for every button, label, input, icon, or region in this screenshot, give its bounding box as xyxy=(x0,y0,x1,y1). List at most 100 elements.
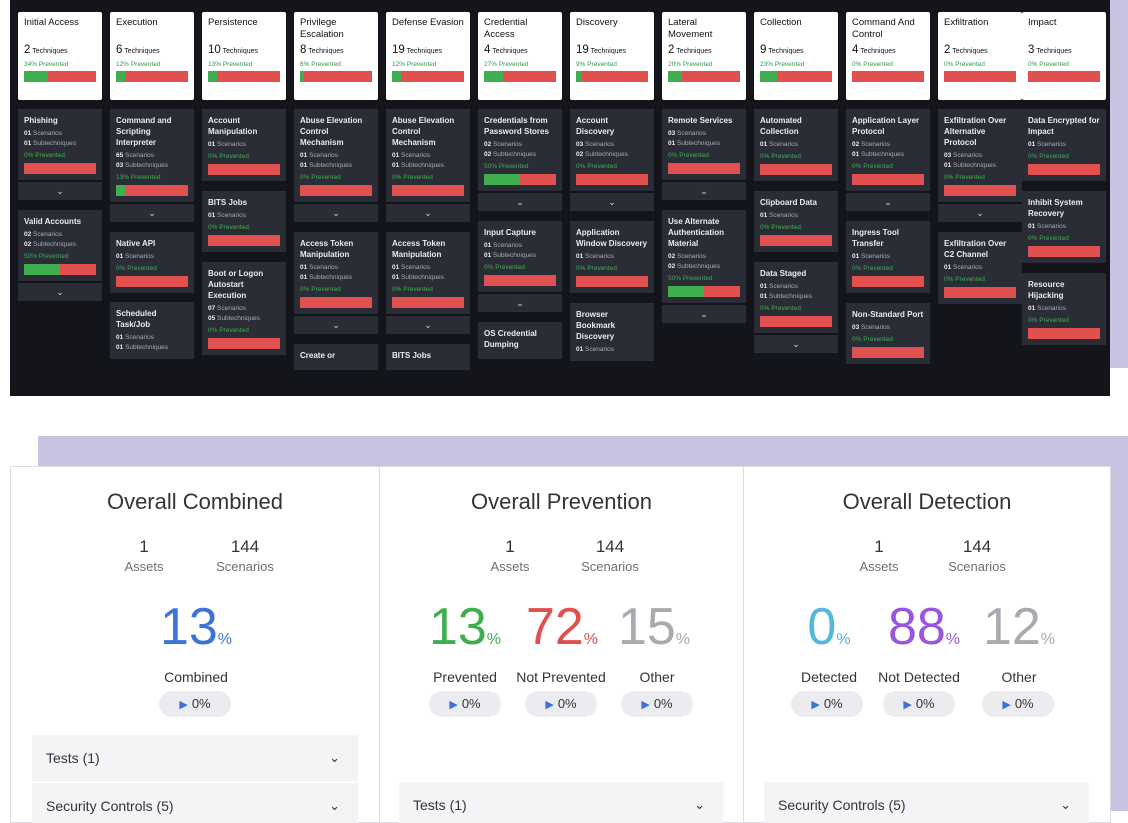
technique-card[interactable]: Data Encrypted for Impact 01 Scenarios 0… xyxy=(1022,109,1106,181)
technique-card[interactable]: Non-Standard Port 03 Scenarios 0% Preven… xyxy=(846,303,930,364)
tactic-name: Privilege Escalation xyxy=(300,17,344,40)
decor-band-top xyxy=(1110,0,1128,368)
expand-button[interactable]: ⌄ xyxy=(110,204,194,222)
expand-button[interactable]: ⌄ xyxy=(18,283,102,301)
technique-card[interactable]: Valid Accounts 02 Scenarios 02 Subtechni… xyxy=(18,210,102,281)
tactic-header[interactable]: Discovery 19 Techniques 9% Prevented xyxy=(570,12,654,100)
tests-accordion[interactable]: Tests (1) ⌄ xyxy=(32,735,358,781)
technique-card[interactable]: Data Staged 01 Scenarios 01 Subtechnique… xyxy=(754,262,838,333)
security-controls-accordion[interactable]: Security Controls (5) ⌄ xyxy=(764,782,1089,823)
technique-card[interactable]: Access Token Manipulation 01 Scenarios 0… xyxy=(386,232,470,314)
tactic-header[interactable]: Privilege Escalation 8 Techniques 6% Pre… xyxy=(294,12,378,100)
prevention-bar xyxy=(576,71,648,82)
technique-card[interactable]: Automated Collection 01 Scenarios 0% Pre… xyxy=(754,109,838,181)
tactic-header[interactable]: Exfiltration 2 Techniques 0% Prevented xyxy=(938,12,1022,100)
trend-pill[interactable]: ▶ 0% xyxy=(621,691,693,717)
expand-button[interactable]: ⌄ xyxy=(662,305,746,323)
technique-card[interactable]: Abuse Elevation Control Mechanism 01 Sce… xyxy=(386,109,470,202)
technique-card[interactable]: Input Capture 01 Scenarios 01 Subtechniq… xyxy=(478,221,562,292)
technique-card[interactable]: Account Manipulation 01 Scenarios 0% Pre… xyxy=(202,109,286,181)
expand-button[interactable]: ⌄ xyxy=(294,204,378,222)
prevented-text: 0% Prevented xyxy=(852,61,893,68)
expand-button[interactable]: ⌄ xyxy=(386,316,470,334)
technique-card[interactable]: Ingress Tool Transfer 01 Scenarios 0% Pr… xyxy=(846,221,930,293)
expand-button[interactable]: ⌄ xyxy=(18,182,102,200)
technique-card[interactable]: Application Layer Protocol 02 Scenarios … xyxy=(846,109,930,191)
tactic-header[interactable]: Command And Control 4 Techniques 0% Prev… xyxy=(846,12,930,100)
trend-pill[interactable]: ▶ 0% xyxy=(791,691,863,717)
trend-pill[interactable]: ▶ 0% xyxy=(525,691,597,717)
not-detected-percentage: 88% xyxy=(887,598,961,656)
tactic-header[interactable]: Execution 6 Techniques 12% Prevented xyxy=(110,12,194,100)
tactic-column: Defense Evasion 19 Techniques 12% Preven… xyxy=(386,12,470,370)
technique-card[interactable]: Exfiltration Over Alternative Protocol 0… xyxy=(938,109,1022,202)
chevron-down-icon: ⌄ xyxy=(694,797,705,812)
prevention-bar xyxy=(24,71,96,82)
prevented-text: 13% Prevented xyxy=(208,61,253,68)
not-detected-label: Not Detected xyxy=(878,669,960,685)
technique-card[interactable]: OS Credential Dumping xyxy=(478,322,562,359)
tactic-header[interactable]: Impact 3 Techniques 0% Prevented xyxy=(1022,12,1106,100)
technique-bar xyxy=(484,174,556,185)
technique-bar xyxy=(24,264,96,275)
technique-card[interactable]: Remote Services 03 Scenarios 01 Subtechn… xyxy=(662,109,746,180)
technique-card[interactable]: Command and Scripting Interpreter 65 Sce… xyxy=(110,109,194,202)
expand-button[interactable]: ⌄ xyxy=(294,316,378,334)
expand-button[interactable]: ⌄ xyxy=(478,294,562,312)
technique-bar xyxy=(760,316,832,327)
technique-card[interactable]: Native API 01 Scenarios 0% Prevented xyxy=(110,232,194,293)
technique-card[interactable]: Application Window Discovery 01 Scenario… xyxy=(570,221,654,293)
technique-card[interactable]: Resource Hijacking 01 Scenarios 0% Preve… xyxy=(1022,273,1106,345)
tactic-header[interactable]: Credential Access 4 Techniques 27% Preve… xyxy=(478,12,562,100)
technique-card[interactable]: Create or xyxy=(294,344,378,370)
tactic-column: Lateral Movement 2 Techniques 20% Preven… xyxy=(662,12,746,323)
technique-card[interactable]: BITS Jobs xyxy=(386,344,470,370)
trend-pill[interactable]: ▶ 0% xyxy=(429,691,501,717)
technique-bar xyxy=(208,338,280,349)
prevention-bar xyxy=(668,71,740,82)
expand-button[interactable]: ⌄ xyxy=(478,193,562,211)
expand-button[interactable]: ⌄ xyxy=(754,335,838,353)
play-icon: ▶ xyxy=(545,699,554,711)
technique-card[interactable]: Boot or Logon Autostart Execution 07 Sce… xyxy=(202,262,286,355)
tactic-header[interactable]: Lateral Movement 2 Techniques 20% Preven… xyxy=(662,12,746,100)
security-controls-accordion[interactable]: Security Controls (5) ⌄ xyxy=(32,783,358,823)
play-icon: ▶ xyxy=(179,699,188,711)
tests-accordion[interactable]: Tests (1) ⌄ xyxy=(399,782,723,823)
technique-card[interactable]: Access Token Manipulation 01 Scenarios 0… xyxy=(294,232,378,314)
technique-card[interactable]: Inhibit System Recovery 01 Scenarios 0% … xyxy=(1022,191,1106,263)
technique-card[interactable]: BITS Jobs 01 Scenarios 0% Prevented xyxy=(202,191,286,252)
tactic-header[interactable]: Persistence 10 Techniques 13% Prevented xyxy=(202,12,286,100)
expand-button[interactable]: ⌄ xyxy=(386,204,470,222)
technique-card[interactable]: Abuse Elevation Control Mechanism 01 Sce… xyxy=(294,109,378,202)
expand-button[interactable]: ⌄ xyxy=(938,204,1022,222)
trend-pill[interactable]: ▶ 0% xyxy=(159,691,231,717)
prevented-text: 20% Prevented xyxy=(668,61,713,68)
expand-button[interactable]: ⌄ xyxy=(662,182,746,200)
trend-pill[interactable]: ▶ 0% xyxy=(883,691,955,717)
technique-count: 8 xyxy=(300,44,307,56)
technique-bar xyxy=(1028,246,1100,257)
technique-card[interactable]: Credentials from Password Stores 02 Scen… xyxy=(478,109,562,191)
technique-card[interactable]: Clipboard Data 01 Scenarios 0% Prevented xyxy=(754,191,838,252)
play-icon: ▶ xyxy=(449,699,458,711)
tactic-name: Defense Evasion xyxy=(392,17,464,28)
technique-card[interactable]: Phishing 01 Scenarios 01 Subtechniques 0… xyxy=(18,109,102,180)
technique-card[interactable]: Scheduled Task/Job 01 Scenarios 01 Subte… xyxy=(110,302,194,359)
technique-bar xyxy=(392,297,464,308)
technique-card[interactable]: Account Discovery 03 Scenarios 02 Subtec… xyxy=(570,109,654,191)
scenarios-stat: 144 Scenarios xyxy=(216,537,274,574)
tactic-header[interactable]: Initial Access 2 Techniques 34% Prevente… xyxy=(18,12,102,100)
technique-card[interactable]: Browser Bookmark Discovery 01 Scenarios xyxy=(570,303,654,361)
tactic-name: Exfiltration xyxy=(944,17,989,28)
trend-pill[interactable]: ▶ 0% xyxy=(982,691,1054,717)
technique-bar xyxy=(944,287,1016,298)
combined-label: Combined xyxy=(164,669,228,685)
technique-card[interactable]: Use Alternate Authentication Material 02… xyxy=(662,210,746,303)
technique-card[interactable]: Exfiltration Over C2 Channel 01 Scenario… xyxy=(938,232,1022,304)
tactic-header[interactable]: Collection 9 Techniques 23% Prevented xyxy=(754,12,838,100)
expand-button[interactable]: ⌄ xyxy=(846,193,930,211)
expand-button[interactable]: ⌄ xyxy=(570,193,654,211)
tactic-header[interactable]: Defense Evasion 19 Techniques 12% Preven… xyxy=(386,12,470,100)
technique-bar xyxy=(300,185,372,196)
